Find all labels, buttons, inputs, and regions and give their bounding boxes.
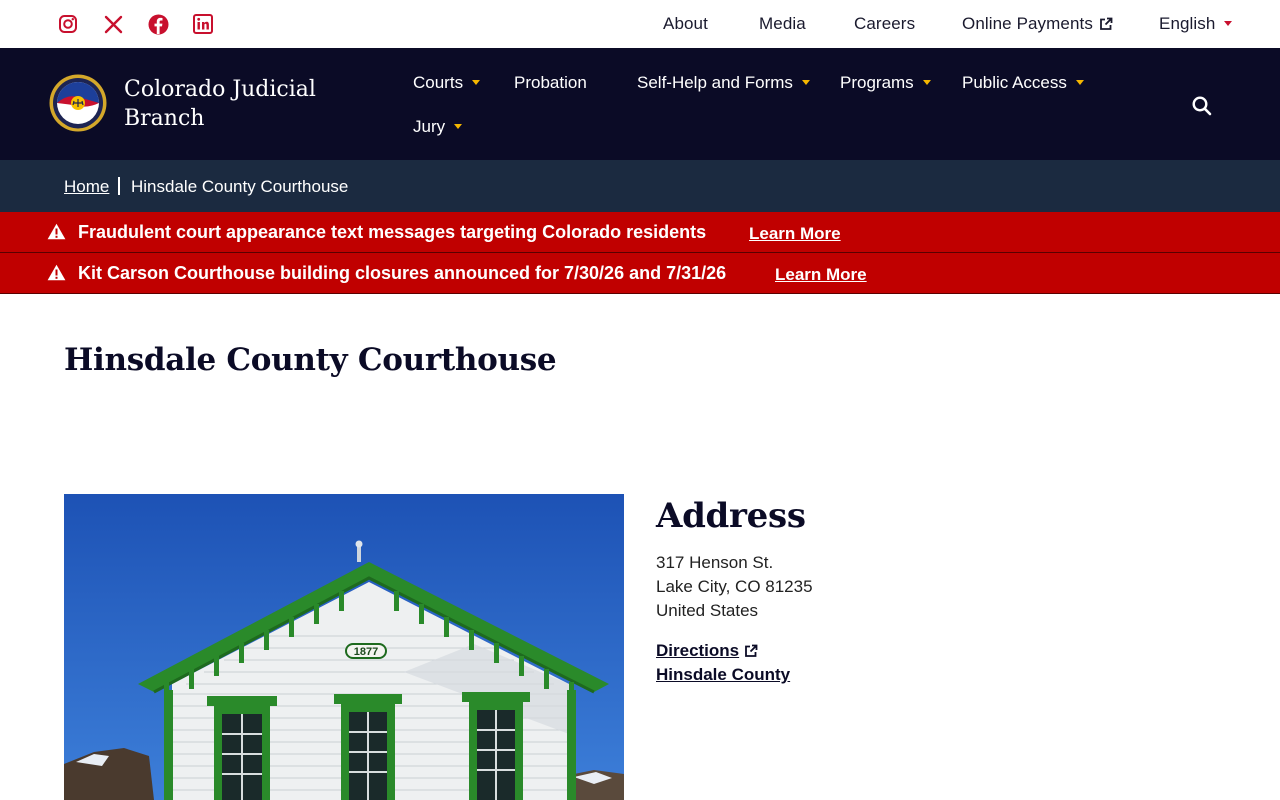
- nav-courts[interactable]: Courts: [413, 73, 481, 93]
- external-link-icon: [1100, 17, 1113, 30]
- address-city-line: Lake City, CO 81235: [656, 577, 813, 596]
- breadcrumb-home-link[interactable]: Home: [64, 177, 109, 197]
- careers-link[interactable]: Careers: [854, 14, 915, 34]
- chevron-down-icon: [801, 80, 810, 85]
- brand-line-2: Branch: [124, 106, 205, 131]
- alert-banner: Fraudulent court appearance text message…: [0, 212, 1280, 252]
- nav-jury-label: Jury: [413, 117, 446, 136]
- alert-divider: [0, 293, 1280, 294]
- online-payments-label: Online Payments: [962, 14, 1093, 33]
- directions-link[interactable]: Directions: [656, 641, 758, 661]
- warning-icon: [47, 264, 66, 281]
- county-link[interactable]: Hinsdale County: [656, 665, 790, 685]
- media-link[interactable]: Media: [759, 14, 806, 34]
- language-label: English: [1159, 14, 1216, 33]
- page-title: Hinsdale County Courthouse: [64, 342, 557, 378]
- facebook-icon[interactable]: [146, 12, 170, 36]
- instagram-icon[interactable]: [56, 12, 80, 36]
- online-payments-link[interactable]: Online Payments: [962, 14, 1113, 34]
- linkedin-icon[interactable]: [191, 12, 215, 36]
- alert-learn-more-link[interactable]: Learn More: [775, 265, 867, 285]
- nav-courts-label: Courts: [413, 73, 464, 92]
- utility-bar: About Media Careers Online Payments Engl…: [0, 0, 1280, 48]
- chevron-down-icon: [472, 80, 481, 85]
- nav-probation-label: Probation: [514, 73, 587, 92]
- alert-learn-more-link[interactable]: Learn More: [749, 224, 841, 244]
- search-icon[interactable]: [1190, 94, 1214, 118]
- address-country: United States: [656, 601, 759, 620]
- chevron-down-icon: [922, 80, 931, 85]
- chevron-down-icon: [1224, 21, 1233, 26]
- nav-probation[interactable]: Probation: [514, 73, 587, 93]
- about-link[interactable]: About: [663, 14, 708, 34]
- courthouse-photo: 1877: [64, 494, 624, 800]
- breadcrumb: Home Hinsdale County Courthouse: [0, 160, 1280, 212]
- breadcrumb-separator: [118, 177, 120, 195]
- courthouse-year-sign: 1877: [354, 646, 378, 658]
- x-twitter-icon[interactable]: [101, 12, 125, 36]
- colorado-courts-seal-logo[interactable]: [49, 74, 107, 132]
- nav-self-help-label: Self-Help and Forms: [637, 73, 793, 92]
- alert-message: Kit Carson Courthouse building closures …: [78, 263, 727, 283]
- directions-label: Directions: [656, 641, 740, 660]
- address-heading: Address: [656, 496, 806, 536]
- nav-programs-label: Programs: [840, 73, 914, 92]
- external-link-icon: [745, 644, 758, 657]
- brand-name[interactable]: Colorado Judicial Branch: [124, 75, 344, 133]
- address-street: 317 Henson St.: [656, 553, 774, 572]
- nav-public-access-label: Public Access: [962, 73, 1067, 92]
- alert-banner: Kit Carson Courthouse building closures …: [0, 253, 1280, 293]
- main-header: Colorado Judicial Branch Courts Probatio…: [0, 48, 1280, 160]
- chevron-down-icon: [454, 124, 463, 129]
- brand-line-1: Colorado Judicial: [124, 77, 316, 102]
- nav-self-help-and-forms[interactable]: Self-Help and Forms: [637, 73, 810, 93]
- nav-jury[interactable]: Jury: [413, 117, 463, 137]
- alert-message: Fraudulent court appearance text message…: [78, 222, 707, 242]
- warning-icon: [47, 223, 66, 240]
- nav-programs[interactable]: Programs: [840, 73, 931, 93]
- chevron-down-icon: [1075, 80, 1084, 85]
- language-selector[interactable]: English: [1159, 14, 1233, 34]
- breadcrumb-current: Hinsdale County Courthouse: [131, 177, 349, 196]
- nav-public-access[interactable]: Public Access: [962, 73, 1084, 93]
